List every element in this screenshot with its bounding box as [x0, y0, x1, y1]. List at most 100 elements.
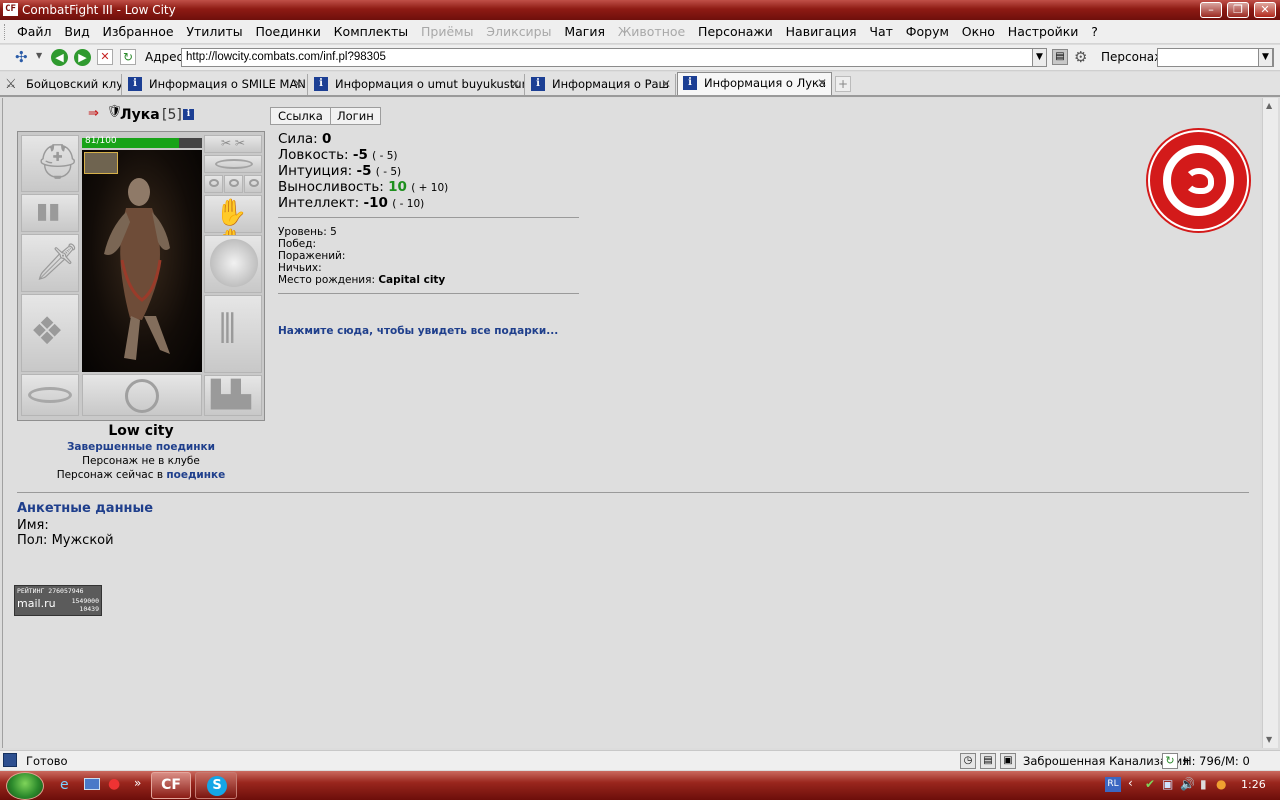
close-tab-icon[interactable]: ✕ — [661, 74, 671, 95]
weapon-slot[interactable]: 🗡 — [21, 234, 80, 292]
leggings-slot[interactable]: ⫴ — [204, 295, 262, 373]
ring-slot-3[interactable] — [244, 175, 262, 193]
earrings-slot[interactable]: ✂ ✂ — [204, 135, 262, 153]
ring-slot-1[interactable] — [204, 175, 223, 193]
armor-slot[interactable]: ❖ — [21, 294, 79, 372]
menu-fights[interactable]: Поединки — [255, 20, 320, 44]
scroll-up-icon[interactable]: ▲ — [1266, 101, 1272, 110]
clock-icon[interactable]: ◷ — [960, 753, 976, 769]
tab-fight-club[interactable]: ⚔ Бойцовский клуб — [0, 74, 122, 95]
scroll-down-icon[interactable]: ▼ — [1266, 735, 1272, 744]
menu-settings[interactable]: Настройки — [1008, 20, 1079, 44]
tab-info-luka[interactable]: i Информация о Лука ✕ — [677, 72, 832, 95]
menu-utilities[interactable]: Утилиты — [186, 20, 242, 44]
draws-info: Ничьих: — [278, 262, 322, 274]
language-indicator[interactable]: RL — [1105, 777, 1121, 792]
network-tray-icon[interactable]: ▣ — [1162, 777, 1173, 791]
counter-value-2: 10439 — [79, 605, 99, 613]
menu-view[interactable]: Вид — [64, 20, 89, 44]
persona-select[interactable] — [1157, 48, 1274, 67]
login-button[interactable]: Логин — [330, 107, 381, 125]
stop-button[interactable]: ✕ — [97, 49, 113, 65]
taskbar-skype-button[interactable]: S — [195, 772, 237, 799]
more-icon[interactable]: » — [134, 776, 141, 790]
boots-slot[interactable]: ▙▙ — [204, 375, 262, 416]
notes-icon[interactable]: ▤ — [980, 753, 996, 769]
reload-location-icon[interactable]: ↻ — [1162, 753, 1178, 769]
tab-info-smile-man[interactable]: i Информация о SMILE MAN ✕ — [123, 74, 308, 95]
losses-info: Поражений: — [278, 250, 346, 262]
stat-label: Сила: — [278, 131, 318, 147]
shield-slot[interactable] — [204, 235, 262, 293]
new-tab-button[interactable]: + — [835, 76, 851, 92]
sword-icon: 🗡 — [34, 242, 80, 283]
bracers-slot[interactable]: ▮▮ — [21, 194, 79, 232]
wins-info: Побед: — [278, 238, 317, 250]
mail-ru-logo: mail.ru — [17, 597, 56, 610]
arrow-icon[interactable]: ⇒ — [88, 106, 99, 121]
ring-slot-2[interactable] — [224, 175, 243, 193]
menu-help[interactable]: ? — [1091, 20, 1098, 44]
gifts-link[interactable]: Нажмите сюда, чтобы увидеть все подарки.… — [278, 325, 558, 337]
pin-dropdown-icon[interactable]: ▼ — [36, 51, 42, 60]
link-button[interactable]: Ссылка — [270, 107, 331, 125]
skype-icon: S — [207, 776, 227, 796]
emblem-slot[interactable] — [82, 374, 202, 416]
volume-tray-icon[interactable]: 🔊 — [1180, 777, 1195, 791]
clear-cache-icon[interactable]: ▤ — [1052, 49, 1068, 65]
vertical-scrollbar[interactable]: ▲ ▼ — [1262, 98, 1278, 748]
app-tray-icon[interactable]: ● — [1216, 777, 1226, 791]
belt-slot[interactable] — [21, 374, 79, 416]
toolbar-grip[interactable] — [4, 24, 8, 40]
stat-label: Ловкость: — [278, 147, 349, 163]
tray-expand-icon[interactable]: ‹ — [1128, 776, 1133, 790]
tab-info-rash[interactable]: i Информация о Раш ✕ — [526, 74, 676, 95]
stat-label: Интеллект: — [278, 195, 360, 211]
info-icon: i — [128, 77, 142, 91]
profile-name: Имя: — [17, 518, 49, 533]
forward-button[interactable]: ▶ — [74, 49, 91, 66]
close-tab-icon[interactable]: ✕ — [293, 74, 303, 95]
minimize-button[interactable]: – — [1200, 2, 1222, 18]
info-icon[interactable]: i — [183, 109, 194, 120]
refresh-button[interactable]: ↻ — [120, 49, 136, 65]
gloves-slot[interactable]: ✋✋ — [204, 195, 262, 258]
close-tab-icon[interactable]: ✕ — [817, 73, 827, 94]
current-fight-link[interactable]: поединке — [166, 469, 225, 481]
taskbar-combatfight-button[interactable]: CF — [151, 772, 191, 799]
address-input[interactable]: http://lowcity.combats.com/inf.pl?98305 — [181, 48, 1047, 67]
pin-icon[interactable]: ✣ — [15, 48, 28, 66]
gender-label: Пол: — [17, 533, 48, 548]
menu-favorites[interactable]: Избранное — [103, 20, 174, 44]
character-name: Лука — [120, 107, 160, 123]
security-tray-icon[interactable]: ✔ — [1145, 777, 1155, 791]
menu-file[interactable]: Файл — [17, 20, 52, 44]
back-button[interactable]: ◀ — [51, 49, 68, 66]
map-icon[interactable]: ▣ — [1000, 753, 1016, 769]
menu-sets[interactable]: Комплекты — [334, 20, 409, 44]
completed-fights-link[interactable]: Завершенные поединки — [17, 441, 265, 453]
amulet-slot[interactable] — [204, 155, 262, 173]
ie-icon[interactable]: e — [60, 777, 69, 793]
menu-chat[interactable]: Чат — [869, 20, 893, 44]
power-tray-icon[interactable]: ▮ — [1200, 777, 1207, 791]
app-quicklaunch-icon[interactable]: ● — [108, 776, 120, 792]
menu-characters[interactable]: Персонажи — [698, 20, 773, 44]
clan-emblem-icon[interactable] — [1148, 130, 1249, 231]
menu-navigation[interactable]: Навигация — [786, 20, 857, 44]
helmet-slot[interactable]: ⛑ — [21, 135, 79, 192]
start-button[interactable] — [6, 772, 44, 800]
clock[interactable]: 1:26 — [1241, 778, 1266, 791]
close-window-button[interactable]: ✕ — [1254, 2, 1276, 18]
gears-icon[interactable]: ⚙ — [1074, 48, 1087, 66]
tab-info-umut[interactable]: i Информация о umut buyukustun ✕ — [309, 74, 525, 95]
rating-counter[interactable]: РЕЙТИНГ 276057946 mail.ru 1549000 10439 — [14, 585, 102, 616]
menu-magic[interactable]: Магия — [564, 20, 605, 44]
close-tab-icon[interactable]: ✕ — [510, 74, 520, 95]
menu-forum[interactable]: Форум — [906, 20, 949, 44]
persona-dropdown-icon[interactable]: ▼ — [1258, 48, 1273, 67]
address-dropdown-icon[interactable]: ▼ — [1032, 48, 1047, 67]
show-desktop-icon[interactable] — [84, 778, 100, 790]
menu-window[interactable]: Окно — [962, 20, 995, 44]
maximize-button[interactable]: ❐ — [1227, 2, 1249, 18]
